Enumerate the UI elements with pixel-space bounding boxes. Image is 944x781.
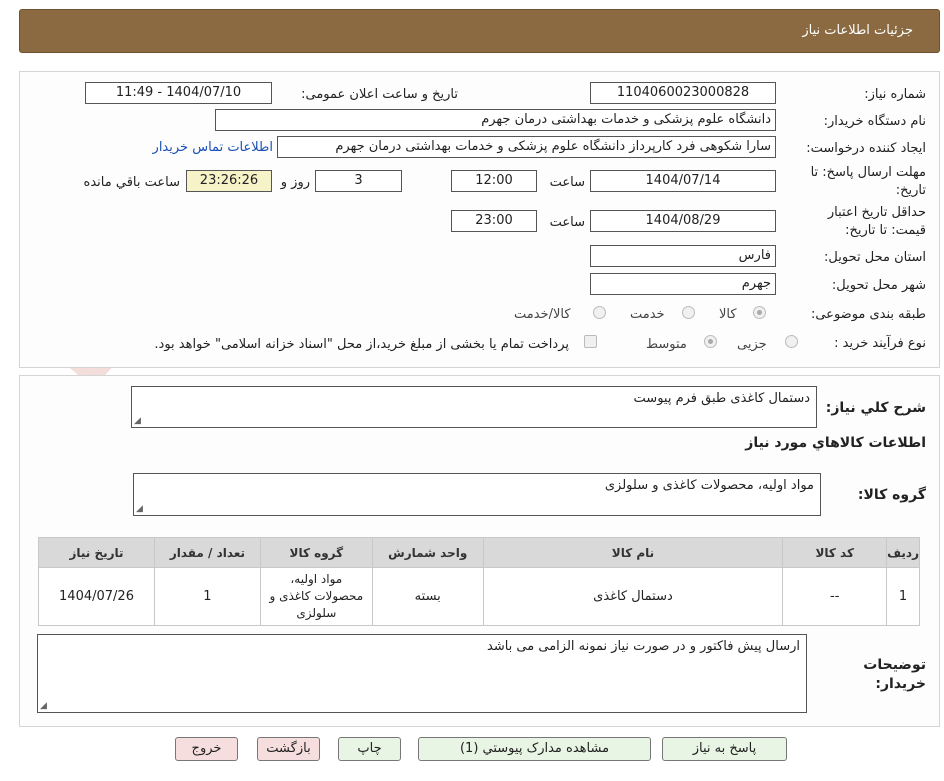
goods-group-label: گروه کالا: (857, 487, 926, 503)
exit-button[interactable]: خروج (175, 737, 238, 761)
deadline-time-label: ساعت (549, 175, 585, 190)
cell-qty: 1 (154, 567, 261, 626)
process-option-medium: متوسط (646, 337, 687, 352)
need-number-field[interactable]: 1104060023000828 (590, 82, 776, 104)
buyer-notes-label-2: خریدار: (875, 676, 926, 692)
buyer-org-field[interactable]: دانشگاه علوم پزشکی و خدمات بهداشتی درمان… (215, 109, 776, 131)
buyer-org-label: نام دستگاه خریدار: (823, 114, 926, 129)
validity-time-field[interactable]: 23:00 (451, 210, 537, 232)
col-name-header: نام کالا (482, 537, 784, 568)
print-button[interactable]: چاپ (338, 737, 401, 761)
description-label: شرح کلي نیاز: (825, 400, 926, 416)
cell-code: -- (782, 567, 888, 626)
items-table: ردیف کد کالا نام کالا واحد شمارش گروه کا… (38, 537, 920, 626)
category-label: طبقه بندی موضوعی: (810, 307, 926, 322)
process-option-minor: جزیی (737, 337, 767, 352)
need-number-label: شماره نیاز: (864, 87, 926, 102)
validity-date-field[interactable]: 1404/08/29 (590, 210, 776, 232)
back-button[interactable]: بازگشت (257, 737, 320, 761)
category-radio-goods[interactable] (753, 306, 766, 319)
cell-group: مواد اولیه، محصولات کاغذی و سلولزی (259, 567, 373, 626)
process-radio-minor[interactable] (785, 335, 798, 348)
validity-label-2: قیمت: تا تاریخ: (845, 223, 926, 238)
description-text: دستمال کاغذی طبق فرم پیوست (633, 391, 810, 406)
deadline-date-field[interactable]: 1404/07/14 (590, 170, 776, 192)
process-radio-medium[interactable] (704, 335, 717, 348)
cell-row: 1 (886, 567, 920, 626)
province-field[interactable]: فارس (590, 245, 776, 267)
deadline-label: مهلت ارسال پاسخ: تا (810, 165, 926, 180)
category-radio-goods-service[interactable] (593, 306, 606, 319)
buyer-contact-link[interactable]: اطلاعات تماس خریدار (153, 140, 273, 155)
province-label: استان محل تحویل: (824, 250, 926, 265)
remaining-time-field: 23:26:26 (186, 170, 272, 192)
buyer-notes-textarea[interactable]: ارسال پیش فاکتور و در صورت نیاز نمونه ال… (37, 634, 807, 713)
category-option-goods-service: کالا/خدمت (514, 307, 571, 322)
days-label: روز و (280, 175, 310, 190)
col-qty-header: تعداد / مقدار (154, 537, 261, 568)
description-textarea[interactable]: دستمال کاغذی طبق فرم پیوست ◢ (131, 386, 817, 428)
page-title: جزئیات اطلاعات نیاز (802, 23, 913, 38)
cell-date: 1404/07/26 (38, 567, 155, 626)
deadline-label-2: تاریخ: (895, 183, 926, 198)
announce-label: تاریخ و ساعت اعلان عمومی: (301, 87, 458, 102)
validity-time-label: ساعت (549, 215, 585, 230)
goods-group-textarea[interactable]: مواد اولیه، محصولات کاغذی و سلولزی ◢ (133, 473, 821, 516)
payment-note: پرداخت تمام یا بخشی از مبلغ خرید،از محل … (154, 337, 569, 352)
category-option-goods: کالا (719, 307, 737, 322)
col-unit-header: واحد شمارش (371, 537, 484, 568)
col-group-header: گروه کالا (259, 537, 373, 568)
resize-grip-icon[interactable]: ◢ (40, 702, 47, 711)
table-row: 1 -- دستمال کاغذی بسته مواد اولیه، محصول… (38, 567, 920, 626)
days-field[interactable]: 3 (315, 170, 402, 192)
deadline-time-field[interactable]: 12:00 (451, 170, 537, 192)
category-option-service: خدمت (630, 307, 665, 322)
category-radio-service[interactable] (682, 306, 695, 319)
cell-name: دستمال کاغذی (482, 567, 784, 626)
col-date-header: تاریخ نیاز (38, 537, 155, 568)
col-code-header: کد کالا (782, 537, 888, 568)
resize-grip-icon[interactable]: ◢ (136, 505, 143, 514)
remaining-label: ساعت باقي مانده (83, 175, 180, 190)
table-header-row: ردیف کد کالا نام کالا واحد شمارش گروه کا… (38, 537, 920, 568)
view-attachments-button[interactable]: مشاهده مدارک پیوستي (1) (418, 737, 651, 761)
page-header: جزئیات اطلاعات نیاز (19, 9, 940, 53)
buyer-notes-label: توضیحات (863, 657, 926, 673)
cell-unit: بسته (371, 567, 484, 626)
buyer-notes-text: ارسال پیش فاکتور و در صورت نیاز نمونه ال… (487, 639, 800, 654)
process-label: نوع فرآیند خرید : (834, 336, 926, 351)
reply-button[interactable]: پاسخ به نیاز (662, 737, 787, 761)
city-label: شهر محل تحویل: (831, 278, 926, 293)
resize-grip-icon[interactable]: ◢ (134, 417, 141, 426)
treasury-checkbox[interactable] (584, 335, 597, 348)
creator-label: ایجاد کننده درخواست: (806, 141, 926, 156)
announce-field[interactable]: 1404/07/10 - 11:49 (85, 82, 272, 104)
goods-section-title: اطلاعات کالاهاي مورد نیاز (745, 435, 926, 451)
creator-field[interactable]: سارا شکوهی فرد کارپرداز دانشگاه علوم پزش… (277, 136, 776, 158)
col-row-header: ردیف (886, 537, 920, 568)
validity-label: حداقل تاریخ اعتبار (827, 205, 926, 220)
city-field[interactable]: جهرم (590, 273, 776, 295)
goods-group-text: مواد اولیه، محصولات کاغذی و سلولزی (604, 478, 814, 493)
